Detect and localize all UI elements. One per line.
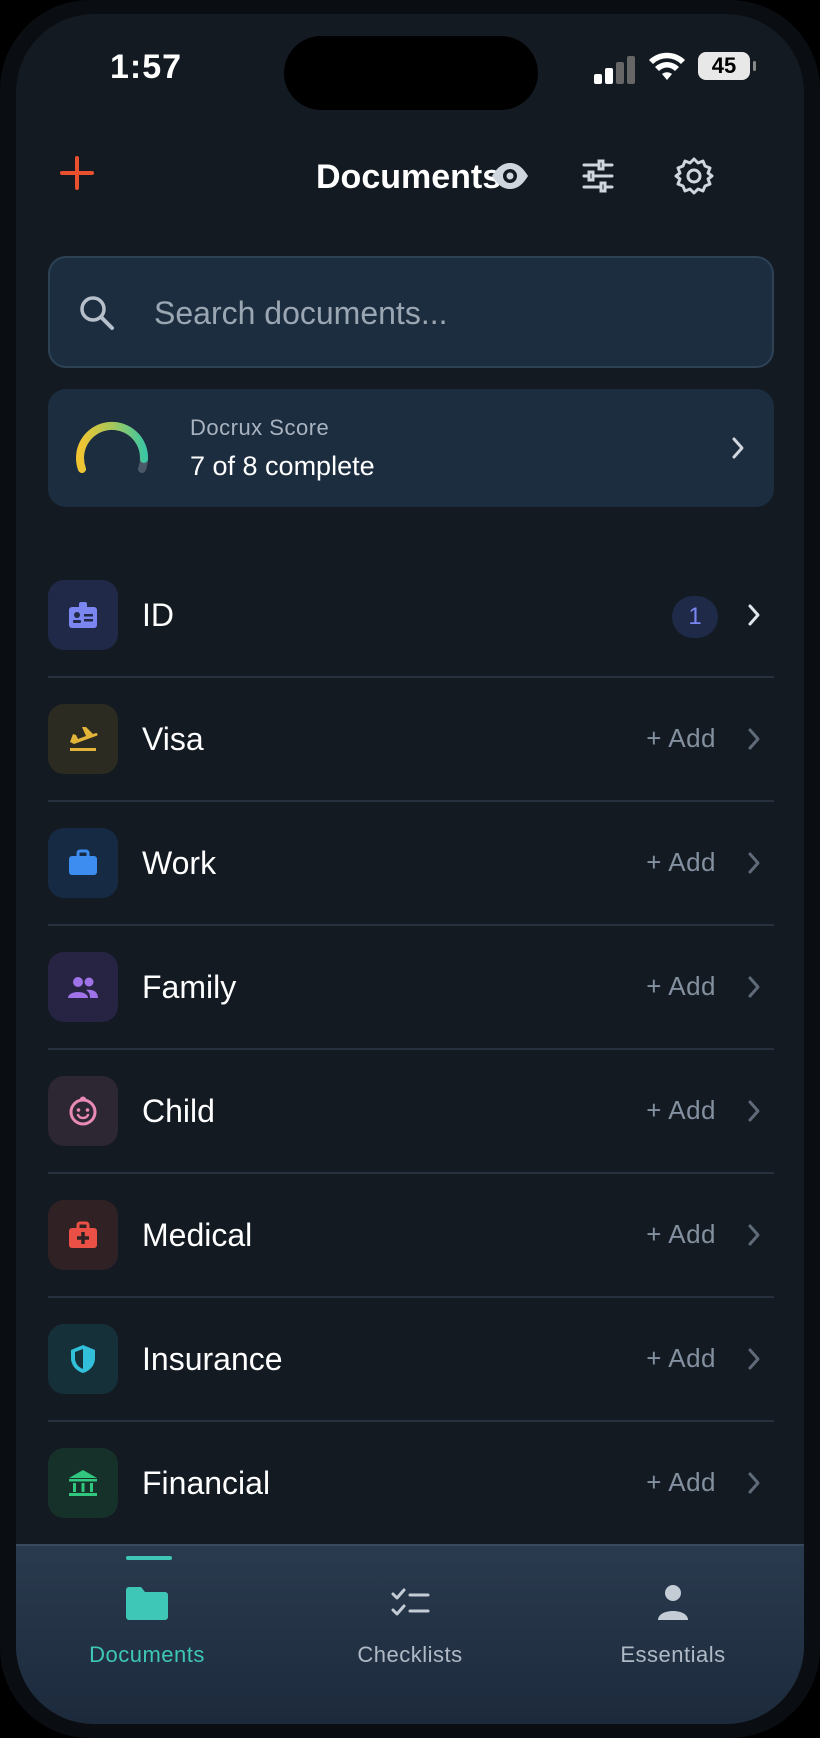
tab-label: Documents [89,1642,205,1667]
battery-indicator: 45 [698,52,756,80]
chevron-right-icon [748,852,760,874]
checklist-icon [391,1588,430,1616]
category-label: Insurance [142,1341,283,1377]
add-document-button[interactable] [52,148,102,198]
tab-checklists[interactable]: Checklists [279,1546,541,1724]
wifi-icon [649,52,685,80]
tab-label: Essentials [620,1642,726,1667]
add-button[interactable]: + Add [646,971,716,1002]
category-label: Visa [142,721,204,757]
page-title: Documents [316,158,502,196]
chevron-right-icon [748,728,760,750]
chevron-right-icon [748,1100,760,1122]
category-row-child[interactable]: Child + Add [48,1050,774,1174]
tab-documents[interactable]: Documents [16,1546,278,1724]
score-gauge [76,421,149,473]
chevron-right-icon [748,1472,760,1494]
search-input[interactable] [154,286,734,340]
bank-icon [48,1448,118,1518]
category-row-medical[interactable]: Medical + Add [48,1174,774,1298]
person-icon [658,1585,688,1620]
plane-departure-icon [48,704,118,774]
tab-bar: Documents Checklists Essentials [16,1544,804,1724]
add-button[interactable]: + Add [646,847,716,878]
category-label: Medical [142,1217,253,1253]
baby-face-icon [48,1076,118,1146]
add-button[interactable]: + Add [646,723,716,754]
device-frame: 1:57 45 Documents Search documents... Do… [0,0,820,1738]
category-label: ID [142,597,174,633]
search-bar[interactable] [48,256,774,368]
docrux-score-card[interactable]: Docrux Score 7 of 8 complete [48,389,774,507]
category-row-visa[interactable]: Visa + Add [48,678,774,802]
header: Documents [16,134,804,224]
cellular-signal-icon [594,54,636,84]
score-label: Docrux Score [190,415,330,440]
tab-essentials[interactable]: Essentials [542,1546,804,1724]
status-time: 1:57 [110,48,183,86]
category-label: Financial [142,1465,271,1501]
filter-sliders-icon[interactable] [576,154,620,198]
category-label: Child [142,1093,215,1129]
shield-icon [48,1324,118,1394]
category-row-id[interactable]: ID 1 [48,554,774,678]
add-button[interactable]: + Add [646,1467,716,1498]
chevron-right-icon [732,437,744,459]
dynamic-island [284,36,538,110]
gear-icon[interactable] [672,154,716,198]
status-bar: 1:57 45 [16,14,804,124]
add-button[interactable]: + Add [646,1219,716,1250]
add-button[interactable]: + Add [646,1095,716,1126]
folder-icon [126,1587,168,1620]
category-label: Family [142,969,237,1005]
eye-icon[interactable] [488,154,532,198]
count-badge: 1 [672,596,718,638]
category-row-insurance[interactable]: Insurance + Add [48,1298,774,1422]
chevron-right-icon [748,604,760,626]
category-list: ID 1 Visa + Add Work + Add Family + Add … [48,554,774,1546]
active-tab-indicator [126,1556,172,1560]
briefcase-icon [48,828,118,898]
tab-label: Checklists [357,1642,463,1667]
app-screen: 1:57 45 Documents Search documents... Do… [16,14,804,1724]
id-badge-icon [48,580,118,650]
search-icon [80,296,114,330]
category-row-work[interactable]: Work + Add [48,802,774,926]
chevron-right-icon [748,1224,760,1246]
chevron-right-icon [748,1348,760,1370]
score-value: 7 of 8 complete [190,451,375,481]
chevron-right-icon [748,976,760,998]
add-button[interactable]: + Add [646,1343,716,1374]
medical-kit-icon [48,1200,118,1270]
category-row-financial[interactable]: Financial + Add [48,1422,774,1546]
category-row-family[interactable]: Family + Add [48,926,774,1050]
people-icon [48,952,118,1022]
category-label: Work [142,845,217,881]
